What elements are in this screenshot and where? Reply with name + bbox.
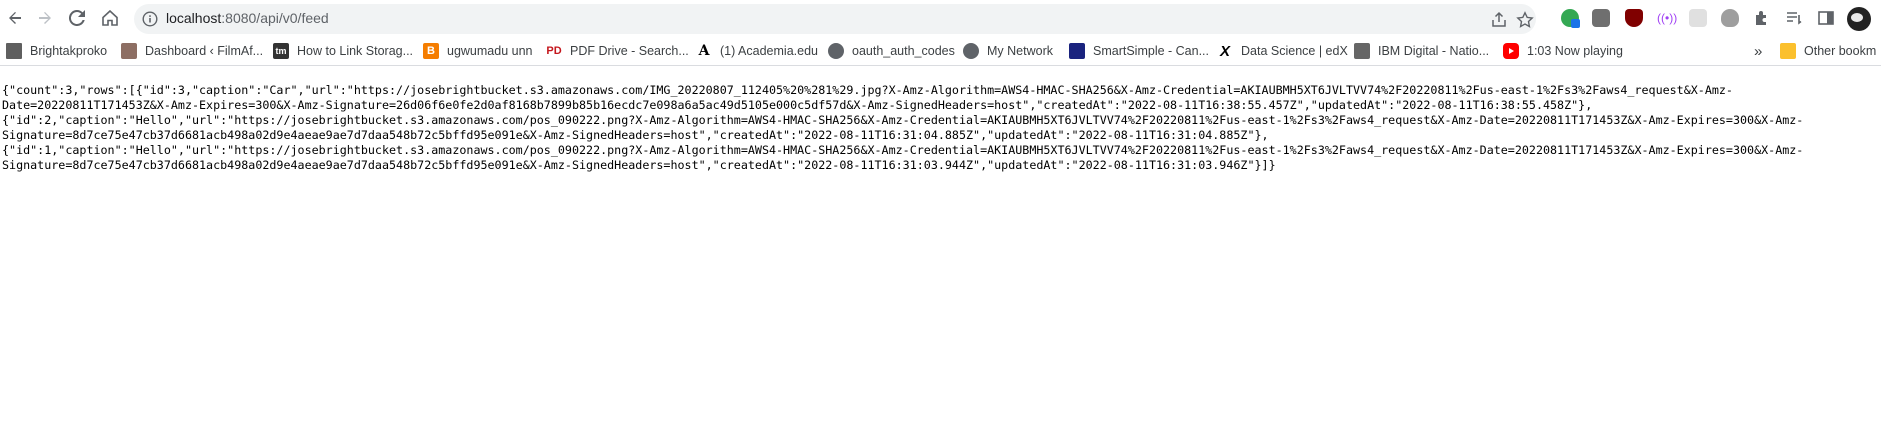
globe-icon bbox=[963, 43, 979, 59]
bookmark-item[interactable]: PD PDF Drive - Search... bbox=[546, 41, 689, 61]
youtube-icon bbox=[1503, 43, 1519, 59]
folder-icon bbox=[1780, 43, 1796, 59]
profile-avatar[interactable] bbox=[1847, 7, 1871, 31]
bookmark-item[interactable]: IBM Digital - Natio... bbox=[1354, 41, 1489, 61]
side-panel-icon[interactable] bbox=[1817, 9, 1835, 27]
bookmark-item[interactable]: Brightakproko bbox=[6, 41, 107, 61]
forward-arrow-icon bbox=[39, 12, 51, 24]
folder-icon bbox=[6, 43, 22, 59]
bookmark-label: oauth_auth_codes bbox=[852, 44, 955, 58]
bookmark-label: Dashboard ‹ FilmAf... bbox=[145, 44, 264, 58]
json-line: {"id":2,"caption":"Hello","url":"https:/… bbox=[2, 113, 1804, 127]
extension-light-icon[interactable] bbox=[1689, 9, 1707, 27]
json-response: {"count":3,"rows":[{"id":3,"caption":"Ca… bbox=[2, 83, 1877, 173]
url-host: localhost bbox=[166, 10, 222, 26]
bookmark-label: IBM Digital - Natio... bbox=[1378, 44, 1490, 58]
filmaf-icon bbox=[121, 43, 137, 59]
back-button[interactable] bbox=[4, 7, 26, 29]
bookmark-label: ugwumadu unn bbox=[447, 44, 533, 58]
address-bar[interactable]: localhost:8080/api/v0/feed bbox=[134, 4, 1536, 34]
pdfdrive-icon: PD bbox=[546, 43, 562, 59]
back-arrow-icon bbox=[9, 12, 21, 24]
home-icon bbox=[102, 10, 118, 26]
share-icon[interactable] bbox=[1490, 11, 1508, 29]
bookmark-item[interactable]: SmartSimple - Can... bbox=[1069, 41, 1209, 61]
json-line: Date=20220811T171453Z&X-Amz-Expires=300&… bbox=[2, 98, 1593, 112]
json-line: Signature=8d7ce75e47cb37d6681acb498a02d9… bbox=[2, 128, 1269, 142]
blogger-icon: B bbox=[423, 43, 439, 59]
broadcast-icon[interactable]: ((•)) bbox=[1657, 9, 1677, 27]
json-line: {"count":3,"rows":[{"id":3,"caption":"Ca… bbox=[2, 83, 1733, 97]
bookmark-label: My Network bbox=[987, 44, 1053, 58]
bookmark-label: Brightakproko bbox=[30, 44, 108, 58]
ibm-icon bbox=[1354, 43, 1370, 59]
browser-toolbar: localhost:8080/api/v0/feed ((•)) bbox=[0, 0, 1881, 37]
ublock-shield-icon[interactable] bbox=[1625, 9, 1643, 27]
bookmarks-overflow-button[interactable]: » bbox=[1754, 41, 1762, 61]
bookmark-label: PDF Drive - Search... bbox=[570, 44, 689, 58]
bookmark-item[interactable]: oauth_auth_codes bbox=[828, 41, 955, 61]
smartsimple-icon bbox=[1069, 43, 1085, 59]
url-text: localhost:8080/api/v0/feed bbox=[166, 10, 329, 26]
bug-icon[interactable] bbox=[1721, 9, 1739, 27]
reload-icon bbox=[69, 10, 85, 26]
bookmark-item[interactable]: 1:03 Now playing bbox=[1503, 41, 1623, 61]
academia-icon: A bbox=[696, 43, 712, 59]
bookmark-item[interactable]: X Data Science | edX bbox=[1217, 41, 1348, 61]
json-line: {"id":1,"caption":"Hello","url":"https:/… bbox=[2, 143, 1804, 157]
forward-button[interactable] bbox=[34, 7, 56, 29]
bookmark-item[interactable]: B ugwumadu unn bbox=[423, 41, 532, 61]
bookmark-label: (1) Academia.edu bbox=[720, 44, 818, 58]
url-path: :8080/api/v0/feed bbox=[221, 10, 329, 26]
bookmark-item[interactable]: tm How to Link Storag... bbox=[273, 41, 413, 61]
bookmark-item[interactable]: My Network bbox=[963, 41, 1053, 61]
other-bookmarks-folder[interactable]: Other bookm bbox=[1780, 41, 1881, 61]
tm-icon: tm bbox=[273, 43, 289, 59]
bookmark-label: How to Link Storag... bbox=[297, 44, 414, 58]
bookmark-item[interactable]: A (1) Academia.edu bbox=[696, 41, 818, 61]
bookmark-label: SmartSimple - Can... bbox=[1093, 44, 1210, 58]
reading-list-icon[interactable] bbox=[1785, 9, 1803, 27]
reload-button[interactable] bbox=[66, 7, 88, 29]
overflow-chevron-icon: » bbox=[1754, 42, 1763, 60]
bookmarks-bar: Brightakproko Dashboard ‹ FilmAf... tm H… bbox=[0, 37, 1881, 66]
extension-badge bbox=[1571, 19, 1580, 28]
extensions-puzzle-icon[interactable] bbox=[1753, 9, 1771, 27]
bookmark-label: 1:03 Now playing bbox=[1527, 44, 1623, 58]
edx-icon: X bbox=[1217, 43, 1233, 60]
extension-gray-icon[interactable] bbox=[1592, 9, 1610, 27]
other-bookmarks-label: Other bookm bbox=[1804, 44, 1877, 58]
bookmark-star-icon[interactable] bbox=[1516, 11, 1534, 29]
bookmark-label: Data Science | edX bbox=[1241, 44, 1348, 58]
bookmark-item[interactable]: Dashboard ‹ FilmAf... bbox=[121, 41, 263, 61]
site-info-icon[interactable] bbox=[142, 11, 158, 27]
globe-icon bbox=[828, 43, 844, 59]
home-button[interactable] bbox=[99, 7, 121, 29]
json-line: Signature=8d7ce75e47cb37d6681acb498a02d9… bbox=[2, 158, 1276, 172]
